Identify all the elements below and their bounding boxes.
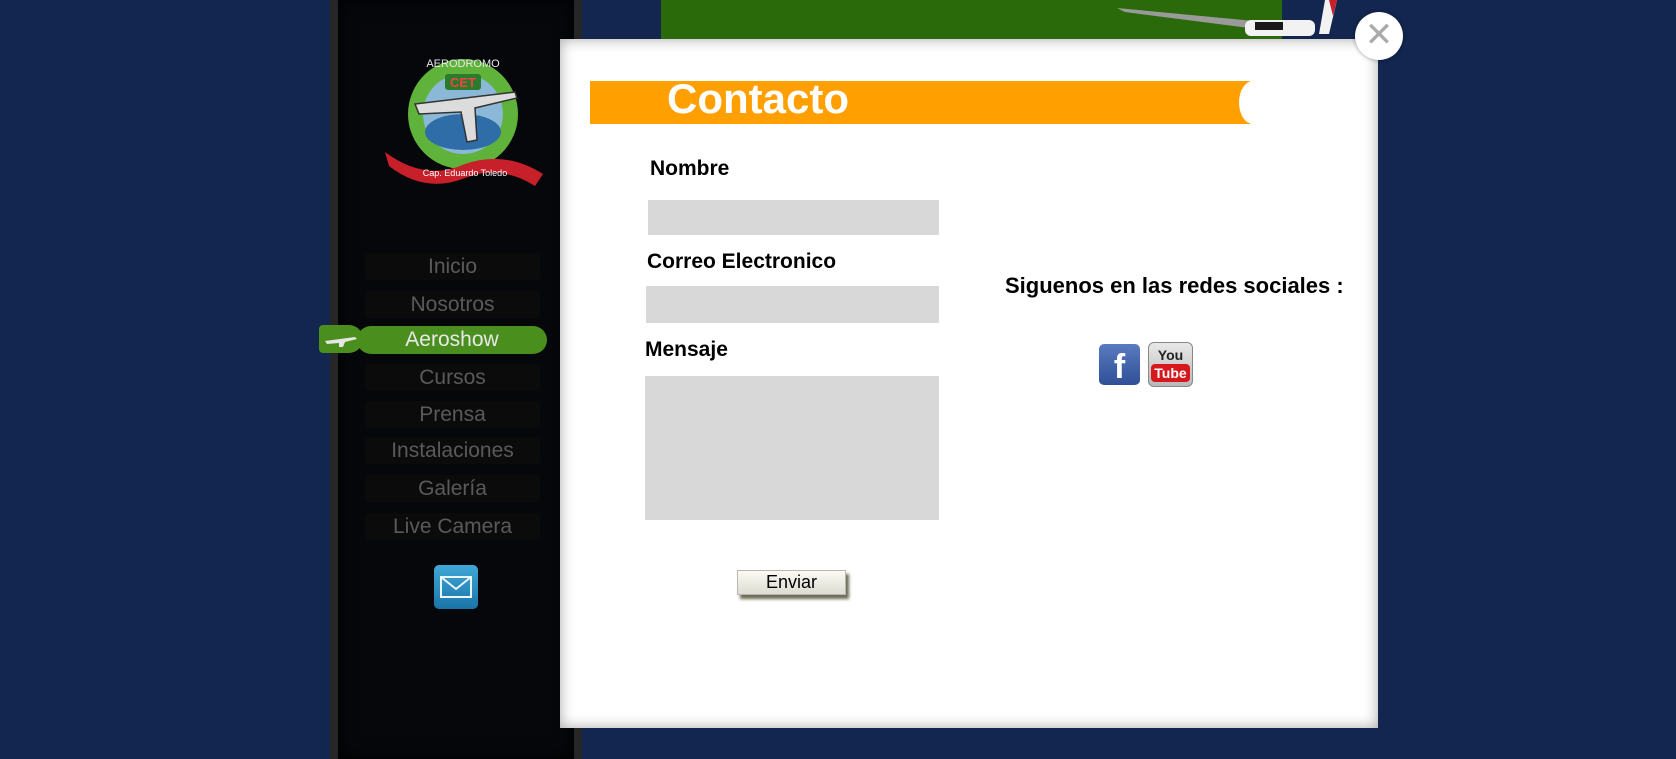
nav-item-prensa[interactable]: Prensa <box>365 401 540 428</box>
logo-ribbon-text: Cap. Eduardo Toledo <box>423 168 507 178</box>
nav-item-instalaciones[interactable]: Instalaciones <box>365 437 540 464</box>
active-plane-icon <box>319 325 363 353</box>
name-label: Nombre <box>650 157 730 180</box>
nav-item-nosotros[interactable]: Nosotros <box>365 291 540 318</box>
youtube-tube-text: Tube <box>1151 364 1190 382</box>
message-label: Mensaje <box>645 338 728 361</box>
youtube-icon[interactable]: You Tube <box>1148 342 1193 387</box>
send-button[interactable]: Enviar <box>737 570 846 595</box>
social-label: Siguenos en las redes sociales : <box>1005 273 1344 298</box>
email-label: Correo Electronico <box>647 250 837 273</box>
nav-item-live-camera[interactable]: Live Camera <box>365 513 540 540</box>
name-input[interactable] <box>648 200 939 235</box>
youtube-you-text: You <box>1157 347 1184 363</box>
facebook-icon[interactable]: f <box>1099 344 1140 385</box>
envelope-icon[interactable] <box>434 565 478 609</box>
nav-item-inicio[interactable]: Inicio <box>365 253 540 280</box>
close-button[interactable]: ✕ <box>1355 12 1403 60</box>
modal-title: Contacto <box>667 75 849 122</box>
message-textarea[interactable] <box>645 376 939 520</box>
banner-plane-image <box>1117 0 1337 36</box>
nav-item-cursos[interactable]: Cursos <box>365 364 540 391</box>
aerodromo-logo[interactable]: CET AERODROMO Cap. Eduardo Toledo <box>385 52 545 192</box>
logo-top-text: AERODROMO <box>426 58 500 70</box>
nav-item-aeroshow[interactable]: Aeroshow <box>357 326 547 354</box>
close-icon: ✕ <box>1364 16 1394 54</box>
email-input[interactable] <box>646 286 939 323</box>
logo-badge-text: CET <box>450 75 476 90</box>
title-bar-notch <box>1239 81 1267 124</box>
nav-item-galeria[interactable]: Galería <box>365 475 540 502</box>
